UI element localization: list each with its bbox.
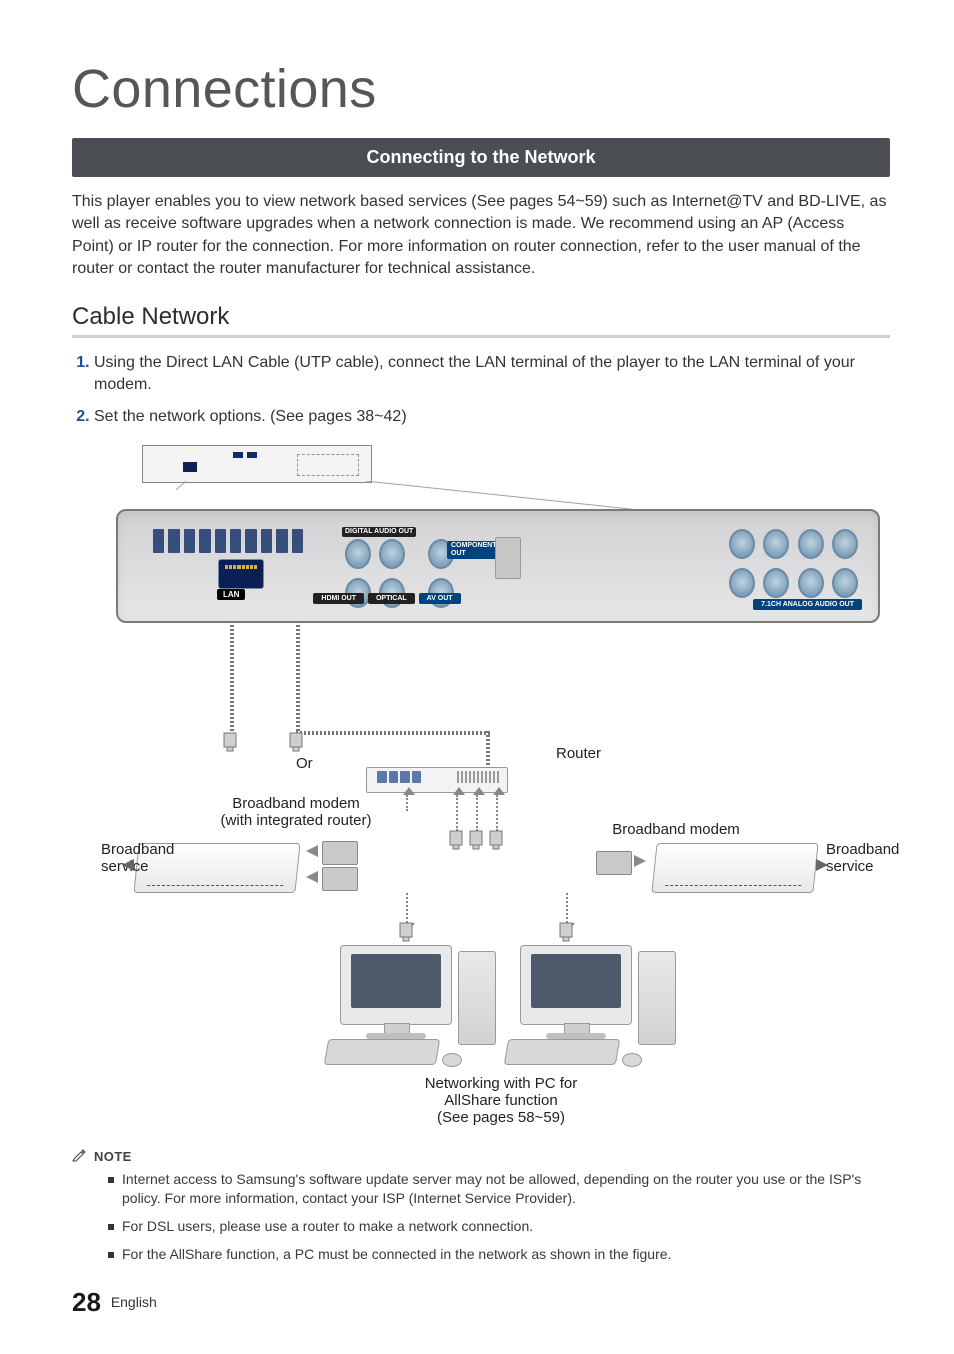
caption-line: (See pages 58~59) — [437, 1109, 565, 1126]
note-pencil-icon — [72, 1148, 86, 1165]
intro-paragraph: This player enables you to view network … — [72, 191, 890, 281]
broadband-service-right-label: Broadband service — [826, 841, 910, 875]
note-item: Internet access to Samsung's software up… — [108, 1170, 890, 1209]
rca-jack-icon — [729, 529, 755, 559]
modem-port-icon — [596, 851, 632, 875]
rca-jack-icon — [832, 529, 858, 559]
document-page: Connections Connecting to the Network Th… — [0, 0, 954, 1354]
component-out-label: COMPONENT OUT — [447, 541, 501, 559]
note-block: NOTE Internet access to Samsung's softwa… — [72, 1147, 890, 1264]
or-label: Or — [296, 755, 313, 772]
rca-jack-icon — [798, 568, 824, 598]
cable-line-icon — [230, 621, 234, 735]
arrow-up-icon — [496, 795, 498, 831]
arrow-up-icon — [406, 795, 408, 811]
lan-port-label: LAN — [217, 589, 245, 600]
caption-line: Networking with PC for — [425, 1075, 578, 1092]
port-strip-labels: HDMI OUT OPTICAL AV OUT — [293, 593, 483, 604]
note-item: For DSL users, please use a router to ma… — [108, 1217, 890, 1237]
note-heading: NOTE — [72, 1147, 890, 1164]
optical-label: OPTICAL — [368, 593, 415, 604]
arrow-down-icon — [406, 893, 408, 923]
page-footer: 28 English — [72, 1287, 157, 1318]
arrow-left-icon — [306, 845, 318, 857]
note-heading-text: NOTE — [94, 1149, 132, 1164]
router-icon — [366, 767, 508, 793]
broadband-service-left-label: Broadband service — [101, 841, 181, 875]
cable-network-heading: Cable Network — [72, 303, 890, 338]
network-diagram: LAN DIGITAL AUDIO OUT COMPONENT OUT — [106, 445, 890, 1135]
player-mini-icon — [142, 445, 372, 483]
hdmi-out-label: HDMI OUT — [313, 593, 364, 604]
rca-jack-icon — [763, 529, 789, 559]
modem-left-label: Broadband modem (with integrated router) — [196, 795, 396, 829]
cable-line-icon — [486, 731, 490, 765]
subsection-header-bar: Connecting to the Network — [72, 138, 890, 177]
rca-jack-icon — [763, 568, 789, 598]
modem-left-line1: Broadband modem — [232, 795, 360, 812]
caption-line: AllShare function — [444, 1092, 557, 1109]
digital-audio-out-label: DIGITAL AUDIO OUT — [342, 527, 416, 537]
note-list: Internet access to Samsung's software up… — [108, 1170, 890, 1264]
rca-jack-icon — [798, 529, 824, 559]
av-out-label: AV OUT — [419, 593, 461, 604]
arrow-up-icon — [476, 795, 478, 831]
cable-line-icon — [296, 621, 300, 735]
router-label: Router — [556, 745, 601, 762]
rj45-plug-icon — [487, 829, 505, 851]
pc-icon — [326, 945, 496, 1065]
broadband-service-text: Broadband service — [826, 841, 899, 875]
rca-jack-icon — [345, 539, 371, 569]
arrow-right-icon — [816, 859, 828, 871]
pc-icon — [506, 945, 676, 1065]
step-item: Set the network options. (See pages 38~4… — [94, 406, 890, 428]
rca-jack-icon — [729, 568, 755, 598]
arrow-down-icon — [566, 893, 568, 923]
modem-right-label: Broadband modem — [596, 821, 756, 838]
broadband-service-text: Broadband service — [101, 841, 174, 875]
rj45-plug-icon — [447, 829, 465, 851]
arrow-right-icon — [634, 855, 646, 867]
step-item: Using the Direct LAN Cable (UTP cable), … — [94, 352, 890, 397]
analog-jack-cluster — [727, 529, 860, 603]
section-title: Connections — [72, 58, 890, 120]
rj45-plug-icon — [287, 731, 305, 753]
rca-jack-icon — [832, 568, 858, 598]
rj45-plug-icon — [397, 921, 415, 943]
arrow-left-icon — [306, 871, 318, 883]
page-number: 28 — [72, 1287, 101, 1317]
cable-line-icon — [296, 731, 490, 735]
analog-audio-out-label: 7.1CH ANALOG AUDIO OUT — [753, 599, 862, 610]
modem-port-icon — [322, 841, 358, 865]
page-language: English — [111, 1294, 157, 1310]
lan-port-icon: LAN — [218, 559, 264, 589]
rj45-plug-icon — [221, 731, 239, 753]
steps-list: Using the Direct LAN Cable (UTP cable), … — [72, 352, 890, 429]
diagram-caption: Networking with PC for AllShare function… — [386, 1075, 616, 1126]
rj45-plug-icon — [467, 829, 485, 851]
arrow-up-icon — [456, 795, 458, 831]
player-back-panel: LAN DIGITAL AUDIO OUT COMPONENT OUT — [116, 509, 880, 623]
rca-jack-icon — [379, 539, 405, 569]
note-item: For the AllShare function, a PC must be … — [108, 1245, 890, 1265]
modem-left-line2: (with integrated router) — [221, 812, 372, 829]
modem-icon — [651, 843, 818, 893]
vent-icon — [153, 529, 303, 553]
modem-port-icon — [322, 867, 358, 891]
hdmi-port-icon — [495, 537, 521, 579]
arrow-left-icon — [122, 859, 134, 871]
rj45-plug-icon — [557, 921, 575, 943]
